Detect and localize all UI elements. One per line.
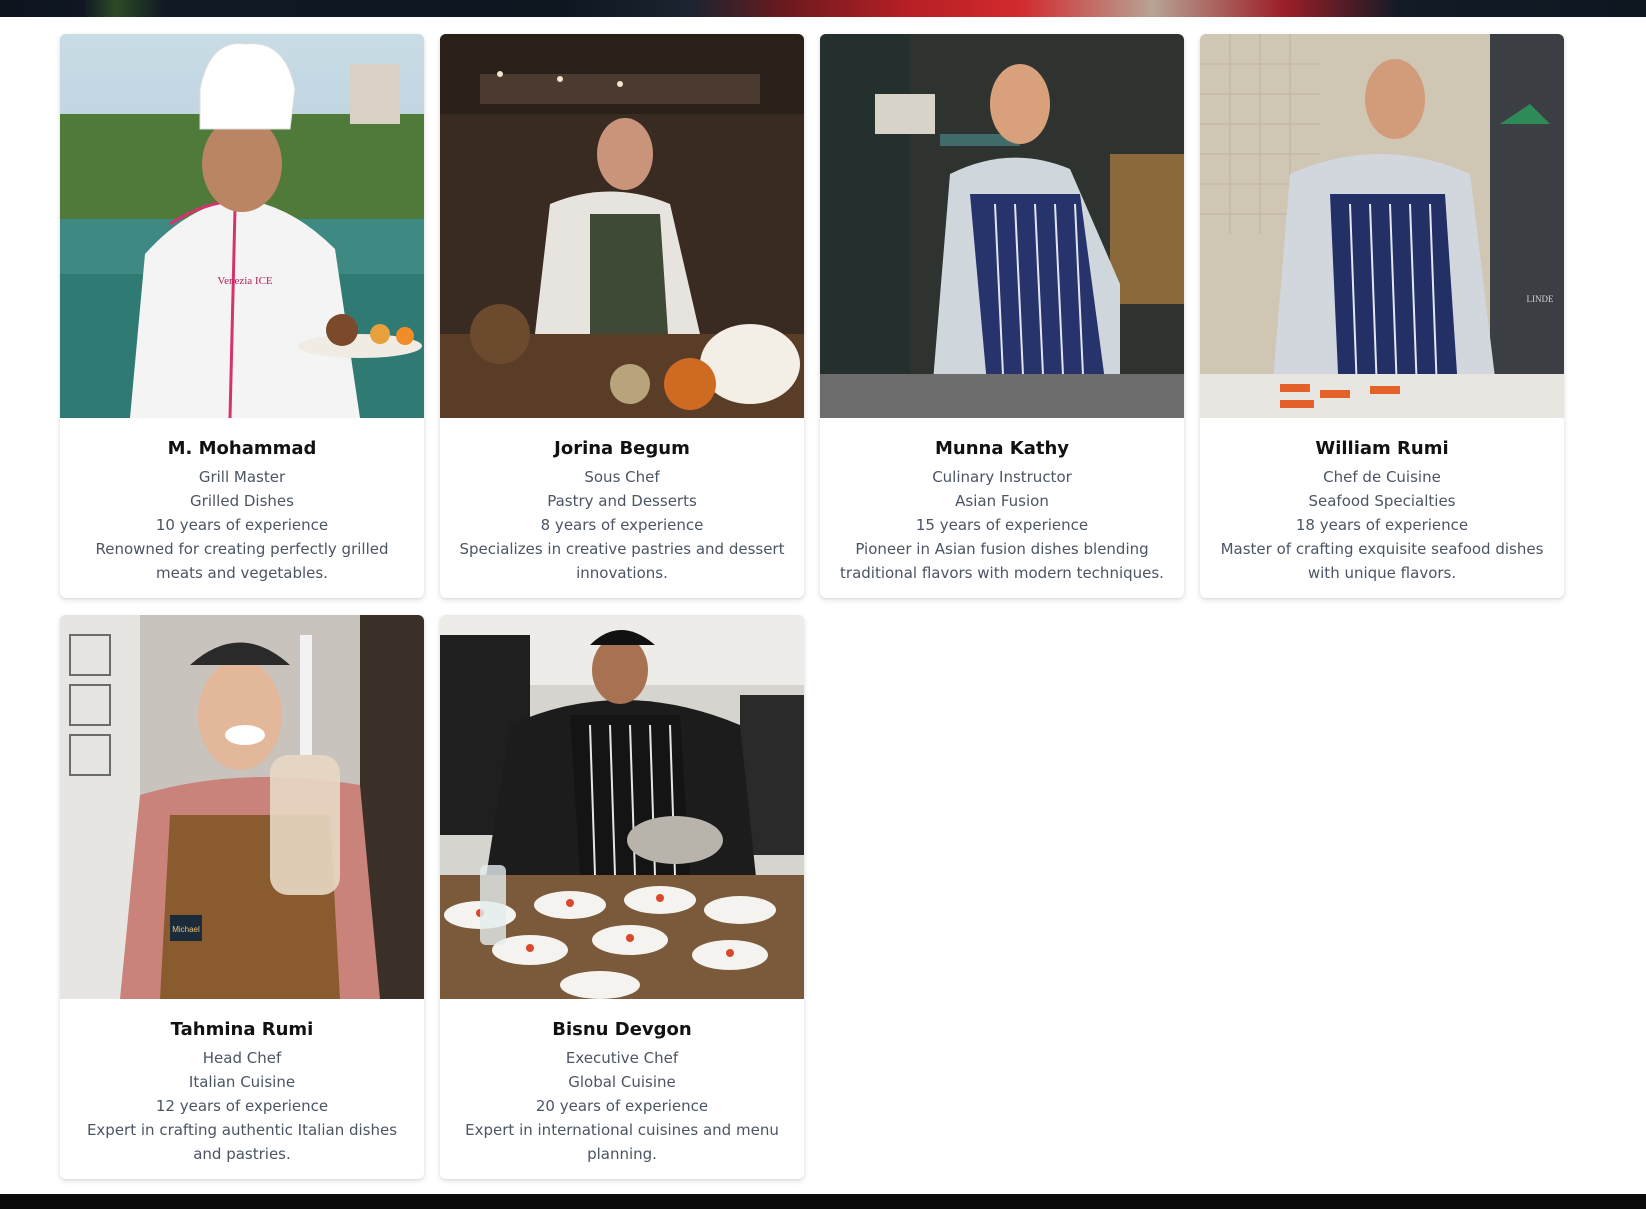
footer-bar — [0, 1194, 1646, 1209]
chef-card[interactable]: Jorina Begum Sous Chef Pastry and Desser… — [440, 34, 804, 598]
chef-bio: Specializes in creative pastries and des… — [459, 540, 785, 582]
chef-photo: Venezia ICE — [60, 34, 424, 418]
chef-specialty: Global Cuisine — [568, 1073, 676, 1091]
chef-photo: Michael — [60, 615, 424, 999]
chef-bio: Expert in international cuisines and men… — [465, 1121, 779, 1163]
chef-grid: Venezia ICE M. Mohammad Grill Master Gri… — [60, 34, 1564, 1179]
chef-name: Tahmina Rumi — [170, 1019, 314, 1040]
chef-photo — [440, 615, 804, 999]
chef-title: Executive Chef — [565, 1049, 679, 1067]
chef-bio: Pioneer in Asian fusion dishes blending … — [840, 540, 1164, 582]
name-tag-text: Michael — [172, 925, 200, 934]
chef-experience: 20 years of experience — [535, 1097, 709, 1115]
chef-experience: 12 years of experience — [155, 1097, 329, 1115]
chef-photo: LINDE — [1200, 34, 1564, 418]
chef-bio: Expert in crafting authentic Italian dis… — [86, 1121, 398, 1163]
chef-title: Grill Master — [198, 468, 286, 486]
chef-title: Culinary Instructor — [932, 468, 1072, 486]
chef-experience: 8 years of experience — [540, 516, 704, 534]
chef-title: Chef de Cuisine — [1323, 468, 1441, 486]
chef-card[interactable]: Michael Tahmina Rumi Head Chef Italian C… — [60, 615, 424, 1179]
chef-photo — [440, 34, 804, 418]
chef-name: William Rumi — [1315, 438, 1449, 459]
chef-bio: Master of crafting exquisite seafood dis… — [1220, 540, 1544, 582]
chef-bio: Renowned for creating perfectly grilled … — [95, 540, 389, 582]
wall-sign-text: LINDE — [1527, 294, 1554, 304]
chef-card[interactable]: Venezia ICE M. Mohammad Grill Master Gri… — [60, 34, 424, 598]
chef-specialty: Italian Cuisine — [188, 1073, 296, 1091]
chef-specialty: Grilled Dishes — [190, 492, 294, 510]
chef-name: Munna Kathy — [934, 438, 1069, 459]
chef-experience: 15 years of experience — [915, 516, 1089, 534]
chef-card[interactable]: Bisnu Devgon Executive Chef Global Cuisi… — [440, 615, 804, 1179]
chef-photo — [820, 34, 1184, 418]
chef-card[interactable]: LINDE William Rumi Chef de Cuisine Seafo… — [1200, 34, 1564, 598]
chef-name: Jorina Begum — [554, 438, 690, 459]
chef-specialty: Pastry and Desserts — [547, 492, 697, 510]
hero-banner-bottom-edge — [0, 0, 1646, 17]
chef-title: Sous Chef — [584, 468, 660, 486]
shirt-logo-text: Venezia ICE — [217, 275, 273, 287]
chef-title: Head Chef — [202, 1049, 282, 1067]
chef-specialty: Seafood Specialties — [1308, 492, 1456, 510]
chef-name: Bisnu Devgon — [552, 1019, 692, 1040]
chef-name: M. Mohammad — [167, 438, 317, 459]
chef-specialty: Asian Fusion — [955, 492, 1049, 510]
chef-card[interactable]: Munna Kathy Culinary Instructor Asian Fu… — [820, 34, 1184, 598]
chef-experience: 10 years of experience — [155, 516, 329, 534]
chef-experience: 18 years of experience — [1295, 516, 1469, 534]
